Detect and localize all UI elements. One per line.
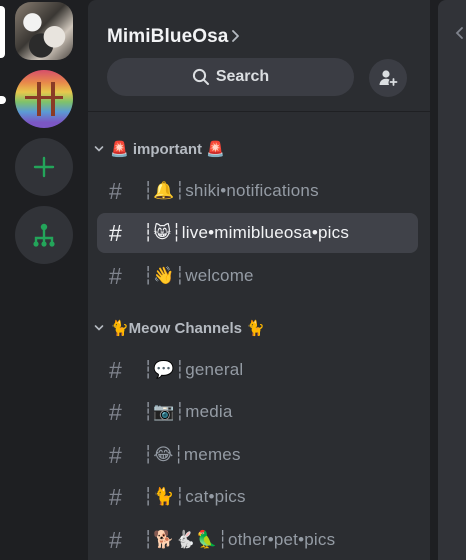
server-rail: [0, 0, 88, 560]
channel-label: ┆📷┆media: [143, 402, 233, 421]
text-channel-hash-icon: #: [109, 527, 122, 553]
unread-indicator: [0, 96, 6, 104]
channel-label: ┆😂┆memes: [143, 445, 241, 464]
discover-hub-icon: [33, 223, 55, 247]
text-channel-hash-icon: #: [109, 442, 122, 468]
cat-server-icon[interactable]: [15, 2, 73, 60]
channel-welcome[interactable]: # ┆👋┆welcome: [97, 256, 418, 296]
selected-server-indicator: [0, 6, 5, 58]
invite-button[interactable]: [369, 59, 407, 97]
add-person-icon: [379, 70, 398, 86]
guild-header: MimiBlueOsa Search: [88, 0, 430, 112]
text-channel-hash-icon: #: [109, 220, 122, 246]
channel-shiki-notifications[interactable]: # ┆🔔┆shiki•notifications: [97, 171, 418, 211]
discover-button[interactable]: [15, 206, 73, 264]
channel-cat-pics[interactable]: # ┆🐈┆cat•pics: [97, 477, 418, 517]
channel-label: ┆💬┆general: [143, 360, 244, 379]
add-server-button[interactable]: [15, 138, 73, 196]
text-channel-hash-icon: #: [109, 484, 122, 510]
channel-label: ┆😸┆live•mimiblueosa•pics: [143, 223, 350, 242]
channel-label: ┆👋┆welcome: [143, 266, 254, 285]
category-label: 🚨 important 🚨: [110, 141, 225, 158]
rainbow-bridge-server-icon[interactable]: [15, 70, 73, 128]
guild-name[interactable]: MimiBlueOsa: [107, 26, 228, 48]
plus-icon: [33, 156, 55, 178]
channel-other-pet-pics[interactable]: # ┆🐕🐇🦜┆other•pet•pics: [97, 520, 418, 560]
channel-sidebar: MimiBlueOsa Search 🚨 important 🚨 # ┆🔔┆sh…: [88, 0, 430, 560]
category-meow-channels[interactable]: 🐈Meow Channels 🐈: [88, 316, 430, 340]
category-important[interactable]: 🚨 important 🚨: [88, 137, 430, 161]
chevron-right-icon[interactable]: [231, 30, 241, 42]
channel-label: ┆🔔┆shiki•notifications: [143, 181, 319, 200]
text-channel-hash-icon: #: [109, 399, 122, 425]
text-channel-hash-icon: #: [109, 357, 122, 383]
text-channel-hash-icon: #: [109, 263, 122, 289]
chevron-left-icon[interactable]: [452, 26, 466, 40]
category-label: 🐈Meow Channels 🐈: [110, 320, 265, 337]
text-channel-hash-icon: #: [109, 178, 122, 204]
channel-memes[interactable]: # ┆😂┆memes: [97, 435, 418, 475]
search-button[interactable]: Search: [107, 58, 354, 96]
chevron-down-icon: [94, 325, 104, 331]
channel-general[interactable]: # ┆💬┆general: [97, 350, 418, 390]
channel-label: ┆🐈┆cat•pics: [143, 487, 246, 506]
search-label: Search: [215, 68, 270, 85]
channel-live-mimiblueosa-pics[interactable]: # ┆😸┆live•mimiblueosa•pics: [97, 213, 418, 253]
channel-label: ┆🐕🐇🦜┆other•pet•pics: [143, 530, 336, 549]
chevron-down-icon: [94, 146, 104, 152]
channel-media[interactable]: # ┆📷┆media: [97, 392, 418, 432]
search-icon: [192, 68, 209, 85]
chat-pane-edge: [438, 0, 466, 560]
